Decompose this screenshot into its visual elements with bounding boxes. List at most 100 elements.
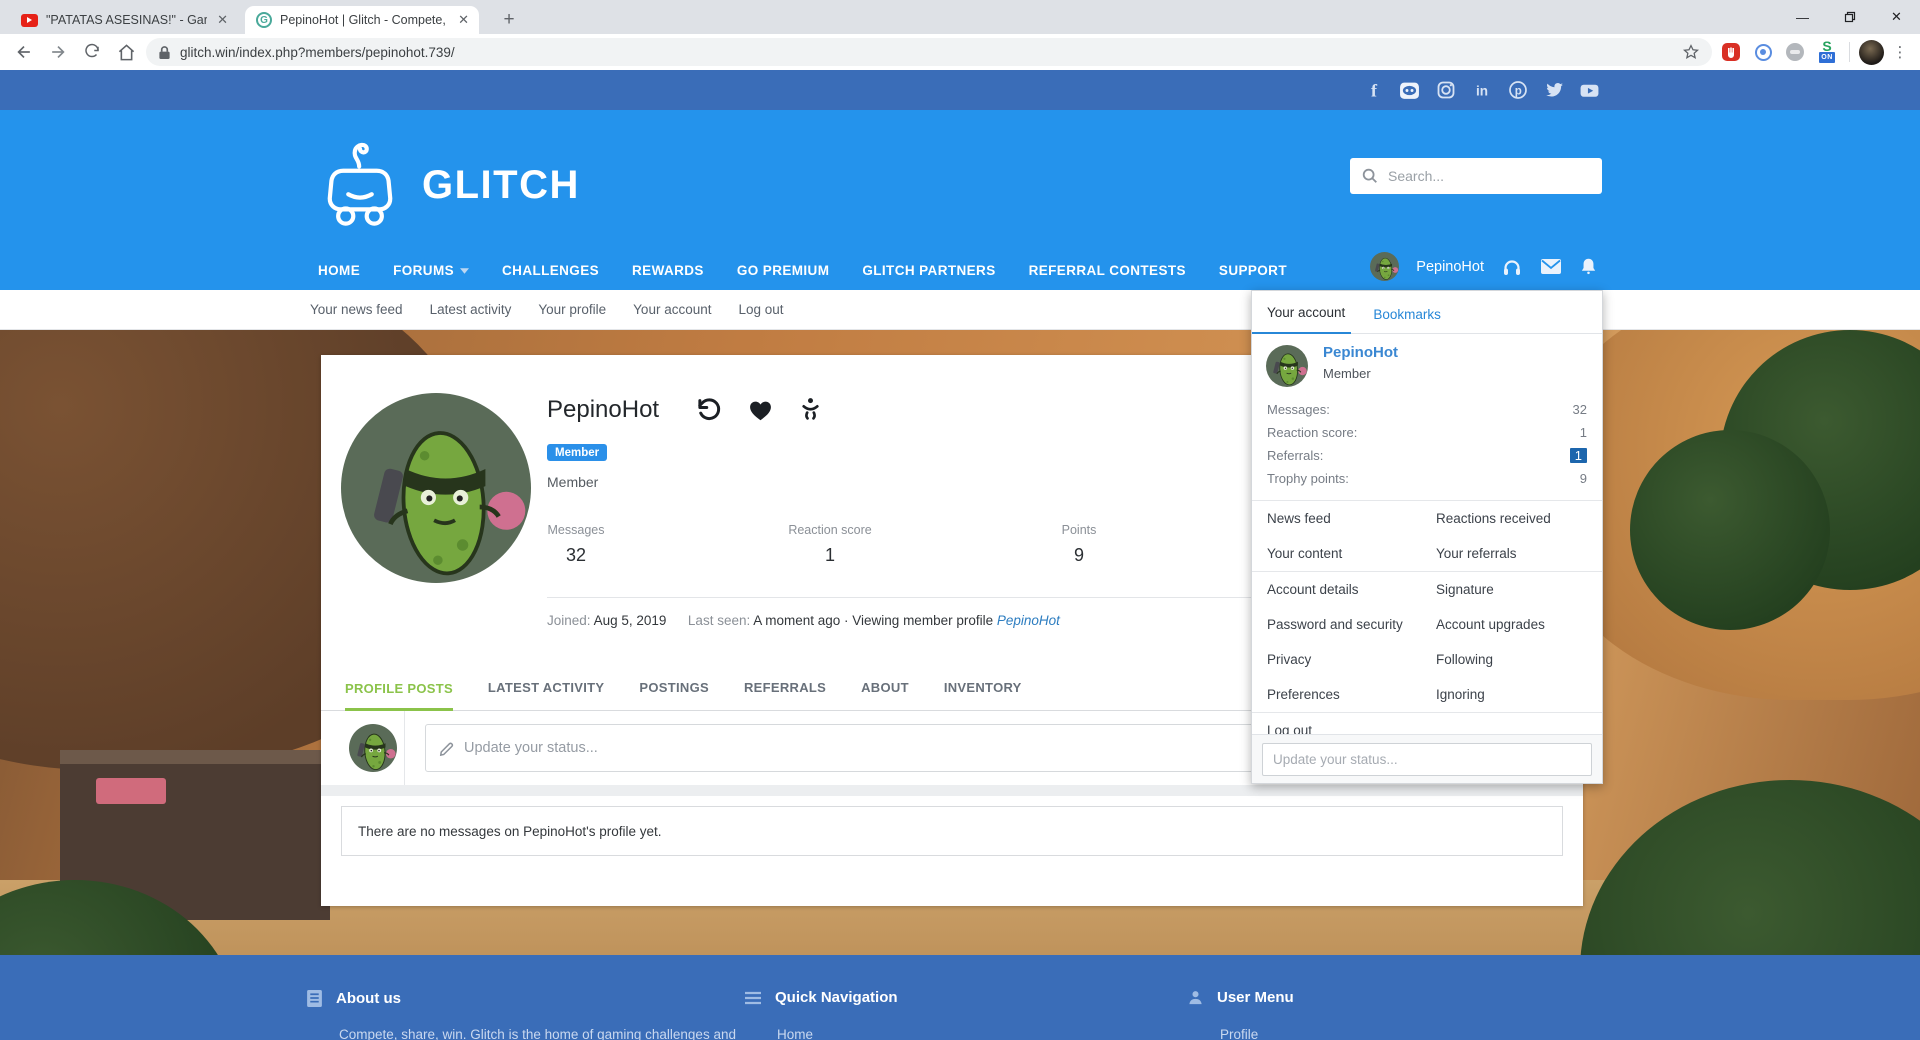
tab-about[interactable]: ABOUT	[861, 680, 909, 710]
restore-button[interactable]	[1826, 0, 1873, 34]
address-bar[interactable]: glitch.win/index.php?members/pepinohot.7…	[146, 38, 1712, 66]
account-dropdown: Your account Bookmarks PepinoHot Member …	[1251, 290, 1603, 784]
back-button[interactable]	[10, 38, 38, 66]
tab-inventory[interactable]: INVENTORY	[944, 680, 1022, 710]
adblock-extension-icon[interactable]	[1718, 39, 1744, 65]
pinterest-icon[interactable]: p	[1507, 80, 1528, 101]
twitter-icon[interactable]	[1543, 80, 1564, 101]
menu-privacy[interactable]: Privacy	[1252, 652, 1436, 667]
tab-postings[interactable]: POSTINGS	[639, 680, 709, 710]
highlighted-value[interactable]: 1	[1570, 448, 1587, 463]
menu-your-content[interactable]: Your content	[1252, 546, 1436, 561]
bg-sign	[96, 778, 166, 804]
menu-account-details[interactable]: Account details	[1252, 582, 1436, 597]
footer-link-profile[interactable]: Profile	[1220, 1027, 1780, 1040]
tab-referrals[interactable]: REFERRALS	[744, 680, 826, 710]
heart-icon[interactable]	[747, 398, 774, 423]
site-logo[interactable]: GLITCH	[318, 132, 580, 238]
nav-item-challenges[interactable]: CHALLENGES	[502, 263, 599, 278]
tab-bookmarks[interactable]: Bookmarks	[1351, 307, 1447, 334]
subnav-your-profile[interactable]: Your profile	[538, 302, 606, 317]
menu-reactions-received[interactable]: Reactions received	[1436, 511, 1602, 526]
youtube-icon[interactable]	[1579, 80, 1600, 101]
new-tab-button[interactable]: +	[496, 8, 522, 32]
nav-item-go-premium[interactable]: GO PREMIUM	[737, 263, 830, 278]
bell-icon[interactable]	[1579, 257, 1598, 277]
avatar[interactable]	[1370, 252, 1399, 281]
menu-signature[interactable]: Signature	[1436, 582, 1602, 597]
mail-icon[interactable]	[1540, 258, 1562, 275]
streak-extension-icon[interactable]: SON	[1814, 39, 1840, 65]
dropdown-user-block: PepinoHot Member	[1252, 334, 1602, 396]
menu-ignoring[interactable]: Ignoring	[1436, 687, 1602, 702]
browser-profile-avatar[interactable]	[1859, 40, 1884, 65]
profile-avatar[interactable]	[341, 393, 531, 583]
close-icon[interactable]: ✕	[456, 12, 471, 28]
window-controls: — ✕	[1779, 0, 1920, 34]
stat-row-referrals: Referrals: 1	[1267, 444, 1587, 467]
forward-button[interactable]	[44, 38, 72, 66]
avatar[interactable]	[1266, 345, 1308, 387]
document-icon	[306, 989, 323, 1008]
instagram-icon[interactable]	[1435, 80, 1456, 101]
nav-item-glitch-partners[interactable]: GLITCH PARTNERS	[862, 263, 995, 278]
svg-text:in: in	[1476, 84, 1488, 99]
subnav-log-out[interactable]: Log out	[738, 302, 783, 317]
close-icon[interactable]: ✕	[215, 12, 230, 28]
browser-tab-glitch[interactable]: G PepinoHot | Glitch - Compete, Sh ✕	[245, 6, 479, 34]
browser-tab-youtube[interactable]: "PATATAS ASESINAS!" - Garry`s M ✕	[10, 6, 238, 34]
avatar[interactable]	[349, 724, 397, 772]
search-input[interactable]	[1388, 168, 1591, 184]
privacy-extension-icon[interactable]	[1750, 39, 1776, 65]
subnav-news-feed[interactable]: Your news feed	[310, 302, 403, 317]
subnav-latest-activity[interactable]: Latest activity	[430, 302, 512, 317]
profile-name-row: PepinoHot	[547, 395, 823, 425]
home-button[interactable]	[112, 38, 140, 66]
dropdown-status-input[interactable]	[1262, 743, 1592, 776]
nav-item-support[interactable]: SUPPORT	[1219, 263, 1287, 278]
bg-tree	[1630, 430, 1830, 630]
linkedin-icon[interactable]: in	[1471, 80, 1492, 101]
search-icon	[1361, 167, 1379, 185]
menu-row: Preferences Ignoring	[1252, 677, 1602, 712]
footer-user-menu: User Menu Profile	[1187, 989, 1294, 1006]
divider	[1849, 42, 1850, 62]
nav-item-forums[interactable]: FORUMS	[393, 263, 469, 278]
menu-password-security[interactable]: Password and security	[1252, 617, 1436, 632]
subnav-your-account[interactable]: Your account	[633, 302, 711, 317]
no-messages-notice: There are no messages on PepinoHot's pro…	[341, 806, 1563, 856]
menu-row: Account details Signature	[1252, 572, 1602, 607]
bookmark-star-icon[interactable]	[1682, 43, 1700, 61]
menu-row: Privacy Following	[1252, 642, 1602, 677]
site-search[interactable]	[1350, 158, 1602, 194]
stat-row-reaction-score: Reaction score: 1	[1267, 421, 1587, 444]
profile-role: Member	[547, 474, 598, 490]
nav-item-referral-contests[interactable]: REFERRAL CONTESTS	[1029, 263, 1186, 278]
menu-account-upgrades[interactable]: Account upgrades	[1436, 617, 1602, 632]
browser-menu-icon[interactable]: ⋮	[1890, 43, 1910, 61]
gamer-figure-icon[interactable]	[798, 396, 823, 424]
tab-your-account[interactable]: Your account	[1252, 305, 1351, 334]
header-username[interactable]: PepinoHot	[1416, 259, 1484, 275]
reload-icon	[83, 43, 101, 61]
menu-following[interactable]: Following	[1436, 652, 1602, 667]
tab-latest-activity[interactable]: LATEST ACTIVITY	[488, 680, 604, 710]
tab-profile-posts[interactable]: PROFILE POSTS	[345, 681, 453, 711]
facebook-icon[interactable]: f	[1363, 80, 1384, 101]
logo-text: GLITCH	[422, 163, 580, 208]
discord-icon[interactable]	[1399, 80, 1420, 101]
nav-item-home[interactable]: HOME	[318, 263, 360, 278]
menu-news-feed[interactable]: News feed	[1252, 511, 1436, 526]
profile-username: PepinoHot	[547, 396, 659, 424]
reload-button[interactable]	[78, 38, 106, 66]
rotate-ccw-icon[interactable]	[693, 395, 723, 425]
gray-extension-icon[interactable]	[1782, 39, 1808, 65]
close-window-button[interactable]: ✕	[1873, 0, 1920, 34]
nav-item-rewards[interactable]: REWARDS	[632, 263, 704, 278]
viewing-profile-link[interactable]: PepinoHot	[997, 613, 1060, 628]
menu-preferences[interactable]: Preferences	[1252, 687, 1436, 702]
dropdown-username[interactable]: PepinoHot	[1323, 344, 1398, 361]
menu-your-referrals[interactable]: Your referrals	[1436, 546, 1602, 561]
minimize-button[interactable]: —	[1779, 0, 1826, 34]
headset-icon[interactable]	[1501, 257, 1523, 277]
